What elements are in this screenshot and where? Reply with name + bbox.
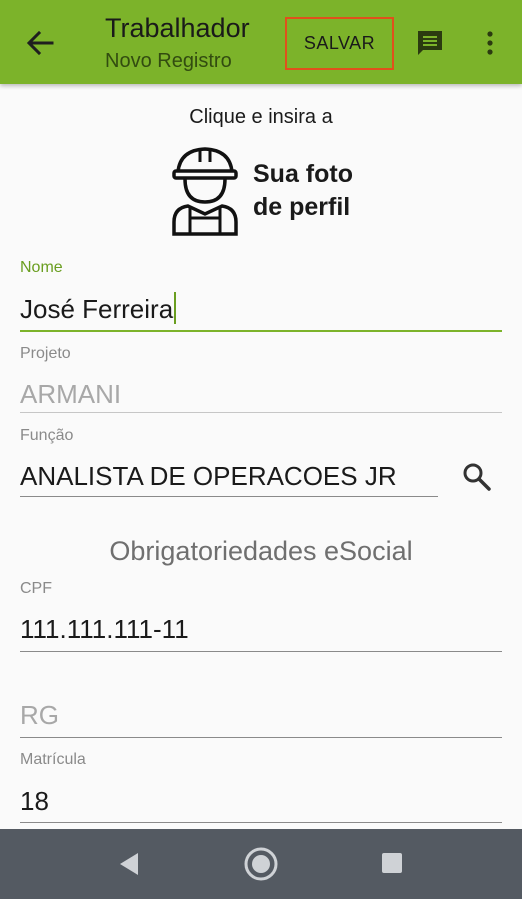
system-nav-bar xyxy=(0,829,522,899)
cpf-label: CPF xyxy=(20,580,52,597)
nav-back-icon[interactable] xyxy=(116,851,142,877)
more-vert-icon[interactable] xyxy=(482,30,498,56)
page-title: Trabalhador xyxy=(105,13,250,43)
chat-icon[interactable] xyxy=(415,28,445,58)
nome-label: Nome xyxy=(20,259,63,276)
rg-underline xyxy=(20,737,502,738)
photo-label-line2: de perfil xyxy=(253,193,351,221)
worker-helmet-icon xyxy=(170,144,240,236)
projeto-underline xyxy=(20,412,502,413)
cpf-field[interactable]: 111.111.111-11 xyxy=(20,614,189,645)
nome-value: José Ferreira xyxy=(20,294,174,324)
matricula-underline xyxy=(20,822,502,823)
search-icon[interactable] xyxy=(462,462,492,492)
arrow-back-icon[interactable] xyxy=(24,28,56,58)
projeto-field: ARMANI xyxy=(20,379,122,409)
funcao-underline xyxy=(20,496,438,497)
photo-hint: Clique e insira a xyxy=(189,106,333,128)
nome-field[interactable]: José Ferreira xyxy=(20,292,177,325)
text-cursor xyxy=(174,292,177,324)
photo-label: Sua foto de perfil xyxy=(253,158,353,224)
funcao-field[interactable]: ANALISTA DE OPERACOES JR xyxy=(20,461,397,492)
profile-photo-picker[interactable]: Sua foto de perfil xyxy=(170,144,370,240)
matricula-label: Matrícula xyxy=(20,751,86,768)
photo-label-line1: Sua foto xyxy=(253,160,353,188)
rg-field[interactable]: RG xyxy=(20,700,59,731)
page-subtitle: Novo Registro xyxy=(105,50,232,72)
nav-home-icon[interactable] xyxy=(243,846,279,882)
nav-recents-icon[interactable] xyxy=(381,852,403,874)
projeto-label: Projeto xyxy=(20,345,71,362)
section-title: Obrigatoriedades eSocial xyxy=(109,536,413,566)
app-bar: Trabalhador Novo Registro SALVAR xyxy=(0,0,522,84)
nome-underline xyxy=(20,330,502,332)
save-button[interactable]: SALVAR xyxy=(285,17,394,70)
matricula-field[interactable]: 18 xyxy=(20,786,49,817)
cpf-underline xyxy=(20,651,502,652)
funcao-label: Função xyxy=(20,427,74,444)
title-block: Trabalhador Novo Registro xyxy=(105,12,250,74)
